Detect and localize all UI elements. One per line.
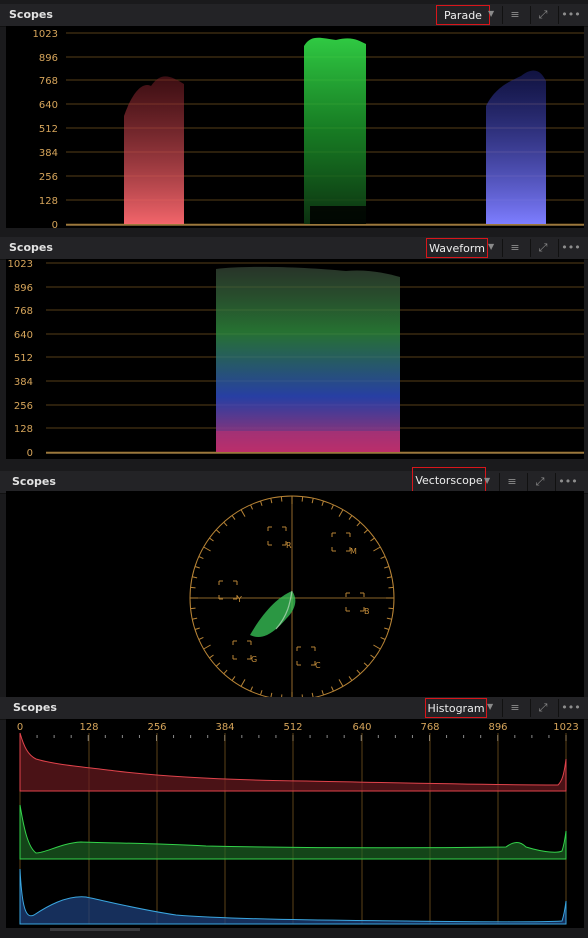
panel-title: Scopes: [12, 475, 56, 488]
scope-mode-label: Parade: [444, 9, 482, 22]
scale-label: 256: [147, 722, 166, 733]
panel-title: Scopes: [9, 8, 53, 21]
scope-mode-dropdown[interactable]: Histogram: [425, 698, 487, 718]
parade-graph: 1023 896 768 640 512 384 256 128 0: [33, 29, 584, 228]
more-icon[interactable]: •••: [558, 6, 583, 24]
scale-label: 256: [14, 401, 33, 412]
scope-mode-dropdown[interactable]: Waveform: [426, 238, 488, 258]
sliders-icon[interactable]: ≡: [499, 473, 524, 491]
vectorscope-target-label: M: [350, 547, 357, 556]
parade-scope: 1023 896 768 640 512 384 256 128 0: [6, 26, 584, 228]
panel-header: Scopes Parade ▼ ≡ ⤢ •••: [0, 4, 588, 27]
expand-icon[interactable]: ⤢: [530, 699, 555, 717]
vectorscope-scope: R M Y B G C: [6, 491, 584, 699]
chevron-down-icon[interactable]: ▼: [484, 476, 490, 485]
scale-label: 128: [39, 196, 58, 207]
vectorscope-target-label: G: [251, 655, 257, 664]
histogram-gridlines: [19, 733, 567, 924]
vectorscope-target-label: B: [364, 607, 370, 616]
scale-label: 384: [215, 722, 234, 733]
scale-label: 768: [420, 722, 439, 733]
scrollbar[interactable]: [50, 928, 140, 931]
histogram-graph: 0 128 256 384 512 640 768 896 1023: [17, 722, 579, 925]
expand-icon[interactable]: ⤢: [530, 239, 555, 257]
panel-header: Scopes Waveform ▼ ≡ ⤢ •••: [0, 237, 588, 260]
sliders-icon[interactable]: ≡: [502, 6, 527, 24]
scale-label: 768: [39, 76, 58, 87]
vectorscope-target-label: Y: [236, 595, 242, 604]
expand-icon[interactable]: ⤢: [527, 473, 552, 491]
chevron-down-icon[interactable]: ▼: [487, 702, 493, 711]
scale-label: 1023: [33, 29, 58, 40]
parade-red-trace: [124, 76, 184, 224]
histogram-scope: 0 128 256 384 512 640 768 896 1023: [6, 719, 584, 928]
scale-label: 896: [14, 283, 33, 294]
chevron-down-icon[interactable]: ▼: [488, 242, 494, 251]
scale-label: 128: [14, 424, 33, 435]
sliders-icon[interactable]: ≡: [502, 699, 527, 717]
waveform-scope: 1023 896 768 640 512 384 256 128 0: [6, 259, 584, 459]
more-icon[interactable]: •••: [558, 699, 583, 717]
scale-label: 896: [39, 53, 58, 64]
scale-label: 512: [283, 722, 302, 733]
scale-label: 640: [14, 330, 33, 341]
parade-blue-trace: [486, 70, 546, 224]
scale-label: 1023: [8, 259, 33, 270]
more-icon[interactable]: •••: [555, 473, 580, 491]
expand-icon[interactable]: ⤢: [530, 6, 555, 24]
panel-header: Scopes Histogram ▼ ≡ ⤢ •••: [0, 697, 588, 720]
scale-label: 384: [14, 377, 33, 388]
panel-title: Scopes: [9, 241, 53, 254]
scale-label: 768: [14, 306, 33, 317]
vectorscope-graph: R M Y B G C: [189, 495, 395, 699]
histogram-panel: Scopes Histogram ▼ ≡ ⤢ ••• 0 128 256 384…: [0, 697, 588, 938]
chevron-down-icon[interactable]: ▼: [488, 9, 494, 18]
scale-label: 0: [27, 448, 33, 459]
waveform-panel: Scopes Waveform ▼ ≡ ⤢ ••• 1023 896 768 6…: [0, 237, 588, 465]
vectorscope-target-label: C: [315, 661, 321, 670]
scale-label: 0: [17, 722, 23, 733]
scale-label: 896: [488, 722, 507, 733]
sliders-icon[interactable]: ≡: [502, 239, 527, 257]
parade-green-trace: [304, 37, 366, 224]
scope-mode-label: Histogram: [427, 702, 485, 715]
scope-mode-dropdown[interactable]: Parade: [436, 5, 490, 25]
scale-label: 384: [39, 148, 58, 159]
scope-mode-label: Vectorscope: [415, 474, 483, 487]
waveform-trace: [216, 266, 400, 452]
scope-mode-label: Waveform: [429, 242, 485, 255]
histogram-scale-labels: 0 128 256 384 512 640 768 896 1023: [17, 722, 579, 733]
waveform-scale-labels: 1023 896 768 640 512 384 256 128 0: [8, 259, 33, 459]
scale-label: 512: [39, 124, 58, 135]
scope-mode-dropdown[interactable]: Vectorscope: [412, 467, 486, 493]
waveform-graph: 1023 896 768 640 512 384 256 128 0: [8, 259, 584, 459]
parade-scale-labels: 1023 896 768 640 512 384 256 128 0: [33, 29, 58, 228]
more-icon[interactable]: •••: [558, 239, 583, 257]
vectorscope-panel: Scopes Vectorscope ▼ ≡ ⤢ ••• R M Y B G C: [0, 467, 588, 699]
scale-label: 256: [39, 172, 58, 183]
vectorscope-target-label: R: [286, 541, 292, 550]
scale-label: 512: [14, 353, 33, 364]
panel-title: Scopes: [13, 701, 57, 714]
parade-panel: Scopes Parade ▼ ≡ ⤢ ••• 1023 896 768 640…: [0, 4, 588, 232]
scale-label: 640: [39, 100, 58, 111]
scale-label: 128: [79, 722, 98, 733]
scale-label: 1023: [553, 722, 578, 733]
scale-label: 0: [52, 220, 58, 228]
scale-label: 640: [352, 722, 371, 733]
